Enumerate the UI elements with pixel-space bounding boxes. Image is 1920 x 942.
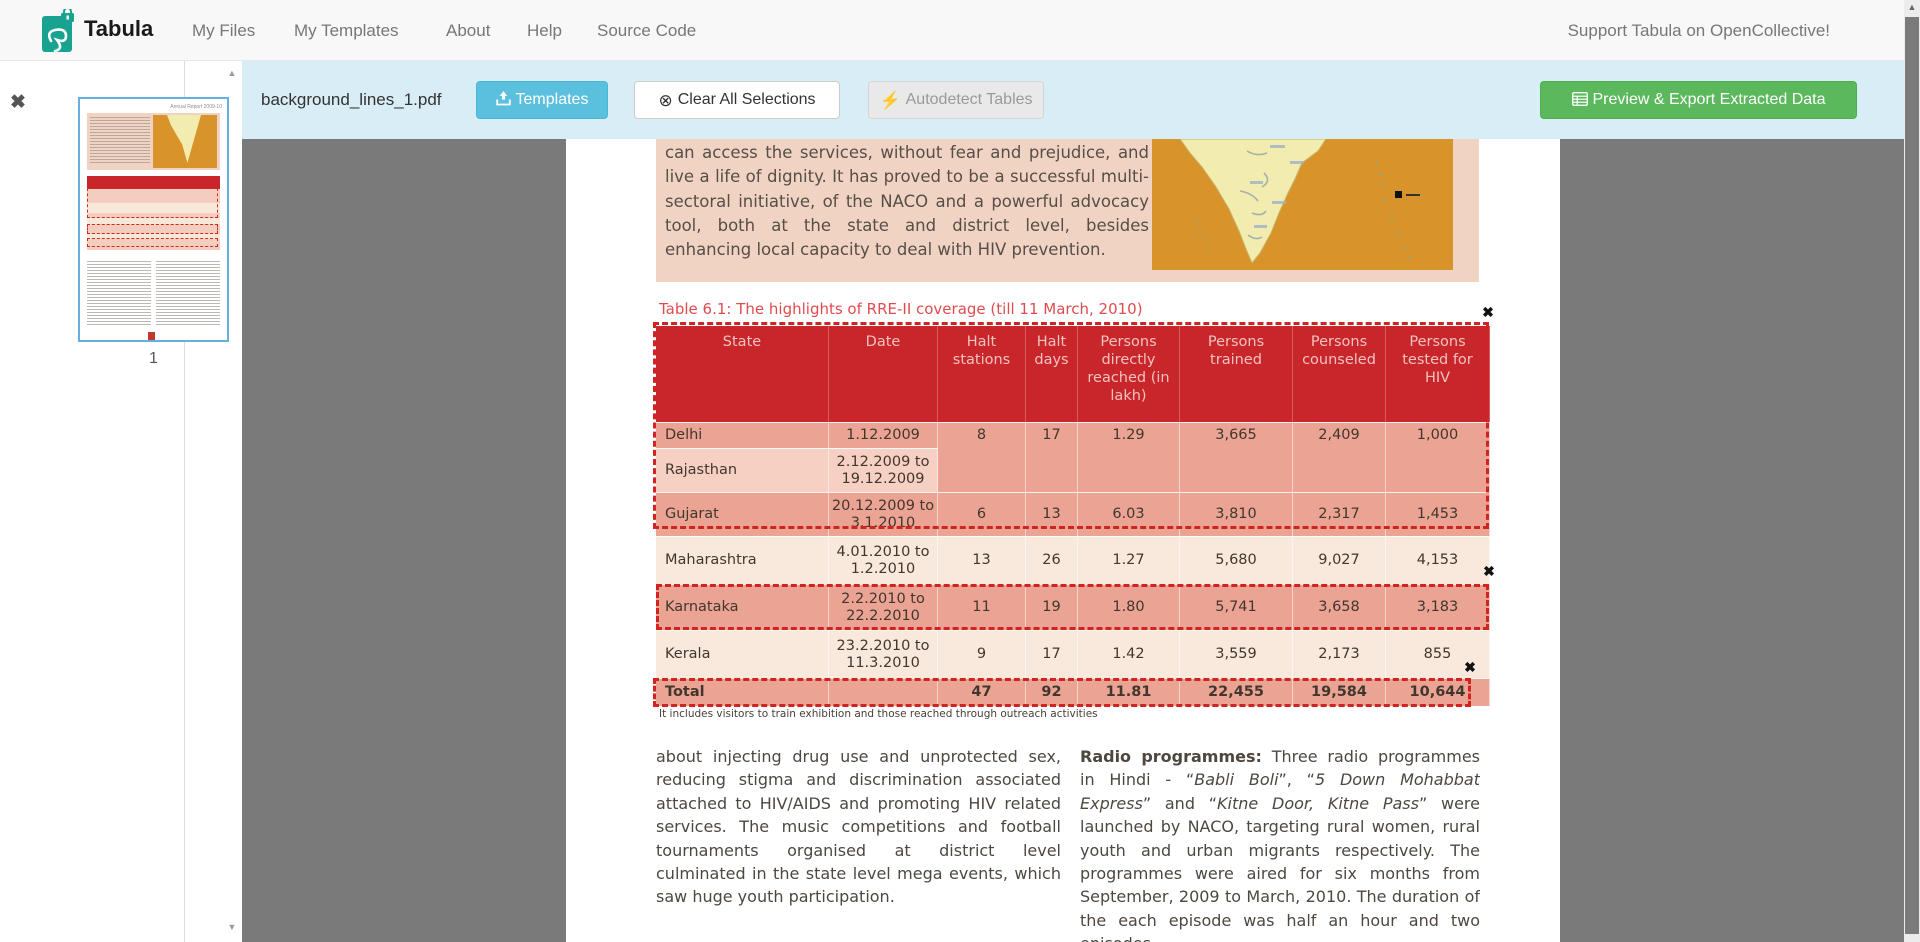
- nav-about[interactable]: About: [446, 21, 490, 41]
- remove-page-icon[interactable]: ✖: [10, 93, 26, 113]
- thumbnail-intro-block: [87, 113, 220, 170]
- table-cell: 26: [1026, 536, 1078, 584]
- thumbnail-caption: Annual Report 2009-10: [170, 104, 222, 110]
- table-cell: 5,680: [1180, 536, 1293, 584]
- selection-box-2[interactable]: [656, 584, 1489, 630]
- india-map-image: [1152, 139, 1453, 270]
- map-legend-swatch: [1395, 191, 1402, 198]
- document-filename: background_lines_1.pdf: [261, 90, 442, 110]
- tabula-logo-icon: [42, 9, 76, 58]
- autodetect-label: Autodetect Tables: [906, 91, 1033, 109]
- remove-selection-3-icon[interactable]: ✖: [1461, 658, 1479, 676]
- template-upload-icon: [496, 91, 511, 109]
- browser-scrollbar[interactable]: ▲: [1904, 0, 1920, 942]
- table-grid-icon: [1572, 92, 1588, 109]
- table-cell: 3,559: [1180, 630, 1293, 678]
- export-label: Preview & Export Extracted Data: [1593, 91, 1826, 109]
- navbar: Tabula My Files My Templates About Help …: [0, 0, 1920, 61]
- sidebar-scroll-down-icon[interactable]: ▼: [222, 922, 242, 932]
- table-cell: 23.2.2010 to 11.3.2010: [829, 630, 938, 678]
- page-thumbnail-sidebar: ✖ ▲ ▼ Annual Report 2009-10 1: [0, 61, 242, 942]
- page-number: 1: [78, 350, 229, 368]
- table-cell: Kerala: [656, 630, 829, 678]
- table-cell: 4.01.2010 to 1.2.2010: [829, 536, 938, 584]
- table-cell: 1.42: [1078, 630, 1180, 678]
- table-cell: Maharashtra: [656, 536, 829, 584]
- nav-help[interactable]: Help: [527, 21, 562, 41]
- table-cell: 17: [1026, 630, 1078, 678]
- nav-source-code[interactable]: Source Code: [597, 21, 696, 41]
- scrollbar-thumb[interactable]: [1905, 17, 1919, 934]
- thumbnail-logo-mark: [148, 332, 155, 340]
- remove-selection-1-icon[interactable]: ✖: [1479, 303, 1497, 321]
- pdf-intro-paragraph: can access the services, without fear an…: [665, 141, 1149, 260]
- selection-box-3[interactable]: [653, 678, 1471, 707]
- thumbnail-table: [87, 176, 220, 250]
- brand-title: Tabula: [84, 16, 153, 42]
- page-thumbnail[interactable]: Annual Report 2009-10: [78, 97, 229, 342]
- app-root: Tabula My Files My Templates About Help …: [0, 0, 1920, 942]
- table-cell: 13: [938, 536, 1026, 584]
- table-footnote: It includes visitors to train exhibition…: [659, 708, 1098, 720]
- nav-my-templates[interactable]: My Templates: [294, 21, 399, 41]
- support-link[interactable]: Support Tabula on OpenCollective!: [1568, 21, 1830, 41]
- table-cell: 1.27: [1078, 536, 1180, 584]
- radio-programmes-lead: Radio programmes:: [1080, 747, 1262, 766]
- remove-selection-2-icon[interactable]: ✖: [1480, 562, 1498, 580]
- table-cell: 4,153: [1386, 536, 1490, 584]
- thumbnail-left-column: [87, 261, 151, 327]
- table-cell: 2,173: [1293, 630, 1386, 678]
- body-text-right-column: Radio programmes: Three radio programmes…: [1080, 745, 1480, 942]
- table-cell: 9: [938, 630, 1026, 678]
- thumbnail-right-column: [156, 261, 220, 327]
- nav-my-files[interactable]: My Files: [192, 21, 255, 41]
- sidebar-scroll-up-icon[interactable]: ▲: [222, 68, 242, 78]
- table-cell: 9,027: [1293, 536, 1386, 584]
- scrollbar-up-icon[interactable]: ▲: [1904, 2, 1920, 12]
- thumbnail-map: [153, 115, 217, 168]
- clear-circle-x-icon: ⊗: [658, 92, 672, 109]
- table-caption: Table 6.1: The highlights of RRE-II cove…: [659, 300, 1143, 318]
- lightning-icon: ⚡: [879, 92, 900, 109]
- toolbar: background_lines_1.pdf Templates ⊗ Clear…: [242, 61, 1904, 139]
- templates-label: Templates: [516, 91, 589, 109]
- clear-all-selections-button[interactable]: ⊗ Clear All Selections: [634, 81, 840, 119]
- autodetect-tables-button[interactable]: ⚡ Autodetect Tables: [868, 81, 1044, 119]
- preview-export-button[interactable]: Preview & Export Extracted Data: [1540, 81, 1857, 119]
- templates-button[interactable]: Templates: [476, 81, 608, 119]
- clear-label: Clear All Selections: [678, 91, 816, 109]
- selection-box-1[interactable]: [653, 322, 1489, 529]
- body-text-left-column: about injecting drug use and unprotected…: [656, 745, 1061, 942]
